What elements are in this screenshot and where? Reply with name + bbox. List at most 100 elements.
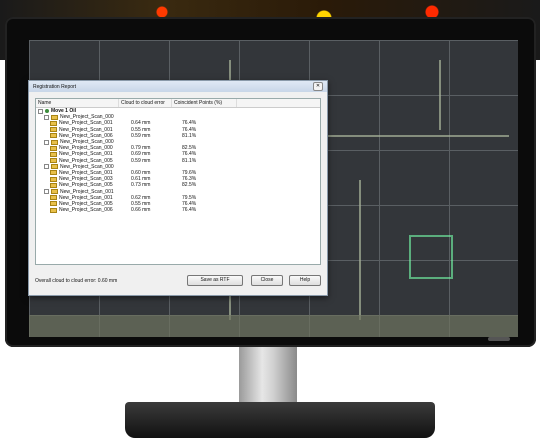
row-points: 81.1% bbox=[182, 132, 197, 139]
row-error: 0.62 mm bbox=[131, 194, 151, 201]
scan-folder-icon bbox=[50, 176, 57, 182]
row-points: 76.4% bbox=[182, 120, 197, 127]
column-error[interactable]: Cloud to cloud error bbox=[119, 99, 172, 107]
row-error: 0.59 mm bbox=[131, 132, 151, 139]
tree-row-name: New_Project_Scan_003 bbox=[36, 176, 128, 182]
close-button[interactable]: Close bbox=[251, 275, 283, 286]
scan-folder-icon bbox=[50, 207, 57, 213]
tree-row-name: Move 1 Oil bbox=[36, 108, 116, 114]
row-error: 0.55 mm bbox=[131, 126, 151, 133]
row-label: New_Project_Scan_001 bbox=[59, 194, 113, 201]
monitor-stand-neck bbox=[239, 347, 297, 405]
scan-folder-icon bbox=[50, 120, 57, 126]
row-label: New_Project_Scan_006 bbox=[59, 132, 113, 139]
row-points: 79.5% bbox=[182, 194, 197, 201]
row-label: New_Project_Scan_005 bbox=[59, 182, 113, 189]
row-error: 0.59 mm bbox=[131, 157, 151, 164]
dialog-title: Registration Report bbox=[33, 83, 77, 90]
row-label: New_Project_Scan_006 bbox=[59, 207, 113, 214]
column-points[interactable]: Coincident Points (%) bbox=[172, 99, 237, 107]
row-error: 0.66 mm bbox=[131, 207, 151, 214]
tree-row-name: New_Project_Scan_000 bbox=[36, 139, 122, 145]
tree-row-name: New_Project_Scan_006 bbox=[36, 207, 128, 213]
row-label: New_Project_Scan_001 bbox=[59, 151, 113, 158]
row-error: 0.64 mm bbox=[131, 120, 151, 127]
row-label: New_Project_Scan_000 bbox=[60, 163, 114, 170]
scan-folder-icon bbox=[50, 145, 57, 151]
scan-object bbox=[409, 235, 453, 279]
row-label: New_Project_Scan_000 bbox=[60, 114, 114, 121]
row-label: New_Project_Scan_000 bbox=[59, 145, 113, 152]
tree-row-name: New_Project_Scan_000 bbox=[36, 164, 122, 170]
row-points: 76.3% bbox=[182, 176, 197, 183]
expander-icon[interactable] bbox=[38, 108, 43, 114]
row-points: 76.4% bbox=[182, 151, 197, 158]
scan-folder-icon bbox=[50, 151, 57, 157]
tree-row-name: New_Project_Scan_001 bbox=[36, 170, 128, 176]
power-led bbox=[488, 337, 510, 341]
expander-icon[interactable] bbox=[44, 114, 49, 120]
column-name[interactable]: Name bbox=[36, 99, 119, 107]
row-label: New_Project_Scan_001 bbox=[59, 169, 113, 176]
tree-row-name: New_Project_Scan_005 bbox=[36, 182, 128, 188]
scan-folder-icon bbox=[50, 133, 57, 139]
row-points: 76.4% bbox=[182, 207, 197, 214]
tree-row-name: New_Project_Scan_006 bbox=[36, 133, 128, 139]
tree-row-name: New_Project_Scan_005 bbox=[36, 158, 128, 164]
tree-rows: Move 1 Oil New_Project_Scan_000 New_Projec… bbox=[36, 108, 320, 213]
scan-folder-icon bbox=[51, 139, 58, 145]
row-error: 0.73 mm bbox=[131, 182, 151, 189]
row-error: 0.61 mm bbox=[131, 176, 151, 183]
registration-report-dialog: Registration Report ✕ Name Cloud to clou… bbox=[28, 80, 328, 296]
overall-error-text: Overall cloud to cloud error: 0.60 mm bbox=[35, 278, 118, 284]
row-label: New_Project_Scan_001 bbox=[60, 188, 114, 195]
tree-row-name: New_Project_Scan_005 bbox=[36, 201, 128, 207]
save-as-rtf-button[interactable]: Save as RTF bbox=[187, 275, 243, 286]
row-error: 0.79 mm bbox=[131, 145, 151, 152]
row-points: 82.5% bbox=[182, 182, 197, 189]
expander-icon[interactable] bbox=[44, 164, 49, 170]
scan-folder-icon bbox=[50, 158, 57, 164]
row-label: New_Project_Scan_005 bbox=[59, 200, 113, 207]
move-icon bbox=[45, 109, 49, 114]
scan-folder-icon bbox=[50, 170, 57, 176]
scan-folder-icon bbox=[50, 127, 57, 133]
row-points: 76.4% bbox=[182, 126, 197, 133]
dialog-titlebar[interactable]: Registration Report ✕ bbox=[29, 81, 327, 92]
scan-folder-icon bbox=[51, 189, 58, 195]
row-points: 79.6% bbox=[182, 169, 197, 176]
help-button[interactable]: Help bbox=[289, 275, 321, 286]
close-icon[interactable]: ✕ bbox=[313, 82, 323, 91]
row-points: 76.4% bbox=[182, 200, 197, 207]
expander-icon[interactable] bbox=[44, 189, 49, 195]
tree-row-name: New_Project_Scan_001 bbox=[36, 127, 128, 133]
scan-folder-icon bbox=[50, 195, 57, 201]
scan-wall bbox=[439, 60, 441, 130]
scan-floor-strip bbox=[29, 315, 518, 337]
row-error: 0.55 mm bbox=[131, 200, 151, 207]
row-label: New_Project_Scan_001 bbox=[59, 120, 113, 127]
row-label: New_Project_Scan_003 bbox=[59, 176, 113, 183]
scan-folder-icon bbox=[51, 114, 58, 120]
tree-row-name: New_Project_Scan_000 bbox=[36, 114, 122, 120]
row-error: 0.69 mm bbox=[131, 151, 151, 158]
tree-header: Name Cloud to cloud error Coincident Poi… bbox=[36, 99, 320, 108]
scan-folder-icon bbox=[50, 201, 57, 207]
scan-folder-icon bbox=[51, 164, 58, 170]
scan-wall bbox=[359, 180, 361, 320]
row-error: 0.60 mm bbox=[131, 169, 151, 176]
tree-row-name: New_Project_Scan_000 bbox=[36, 145, 128, 151]
row-label: New_Project_Scan_001 bbox=[59, 126, 113, 133]
monitor-stand-base bbox=[125, 402, 435, 438]
tree-row[interactable]: New_Project_Scan_006 0.66 mm 76.4% bbox=[36, 207, 320, 213]
row-points: 82.5% bbox=[182, 145, 197, 152]
row-label: New_Project_Scan_005 bbox=[59, 157, 113, 164]
row-label: New_Project_Scan_000 bbox=[60, 139, 114, 146]
tree-row-name: New_Project_Scan_001 bbox=[36, 195, 128, 201]
scan-folder-icon bbox=[50, 182, 57, 188]
tree-row-name: New_Project_Scan_001 bbox=[36, 189, 122, 195]
row-label: Move 1 Oil bbox=[51, 108, 77, 115]
row-points: 81.1% bbox=[182, 157, 197, 164]
report-tree[interactable]: Name Cloud to cloud error Coincident Poi… bbox=[35, 98, 321, 265]
expander-icon[interactable] bbox=[44, 139, 49, 145]
